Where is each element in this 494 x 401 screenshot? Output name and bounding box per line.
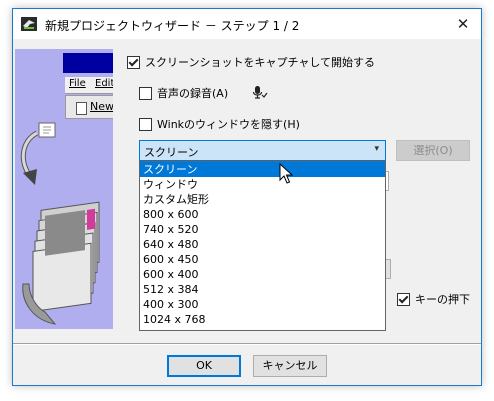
- illustration-titlebar: [63, 53, 113, 73]
- illustration-menubar: File Edit: [65, 77, 113, 94]
- key-press-checkbox[interactable]: [397, 292, 410, 306]
- illustration-new-label: New...: [90, 100, 113, 113]
- select-area-button[interactable]: 選択(O): [396, 140, 470, 161]
- mouse-cursor-icon: [279, 163, 293, 184]
- dropdown-option[interactable]: カスタム矩形: [140, 192, 385, 207]
- illustration-toolbar: New...: [65, 95, 113, 119]
- hide-wink-checkbox[interactable]: [139, 117, 152, 131]
- capture-target-dropdown[interactable]: スクリーン ウィンドウ カスタム矩形 800 x 600 740 x 520 6…: [139, 161, 386, 331]
- record-audio-option[interactable]: 音声の録音(A): [139, 85, 268, 101]
- window-title: 新規プロジェクトウィザード － ステップ 1 / 2: [45, 19, 300, 33]
- record-audio-checkbox[interactable]: [139, 86, 152, 100]
- capture-target-value: スクリーン: [144, 146, 199, 159]
- ok-button[interactable]: OK: [167, 355, 241, 377]
- dropdown-option[interactable]: 1024 x 768: [140, 312, 385, 327]
- start-capture-option[interactable]: スクリーンショットをキャプチャして開始する: [127, 54, 375, 70]
- hide-wink-label: Winkのウィンドウを隠す(H): [157, 118, 300, 131]
- screenshot-stack-icon: [22, 201, 100, 325]
- dropdown-option[interactable]: 400 x 300: [140, 297, 385, 312]
- microphone-icon[interactable]: [252, 85, 268, 101]
- illustration-menu-edit: Edit: [95, 78, 113, 89]
- start-capture-checkbox[interactable]: [127, 55, 140, 69]
- key-press-label: キーの押下: [415, 293, 470, 306]
- curved-arrow-icon: [20, 122, 56, 185]
- illustration-menu-file: File: [69, 78, 86, 89]
- close-icon[interactable]: ✕: [445, 9, 481, 39]
- wizard-body: File Edit New...: [13, 39, 481, 385]
- hide-wink-option[interactable]: Winkのウィンドウを隠す(H): [139, 116, 300, 132]
- dropdown-option[interactable]: 512 x 384: [140, 282, 385, 297]
- illustration-new-button: New...: [70, 99, 113, 115]
- app-icon: [21, 17, 37, 31]
- cancel-button[interactable]: キャンセル: [253, 355, 327, 377]
- wizard-window: 新規プロジェクトウィザード － ステップ 1 / 2 ✕ File Edit N…: [12, 8, 482, 386]
- select-area-label: 選択(O): [413, 144, 453, 157]
- dropdown-option[interactable]: 800 x 600: [140, 207, 385, 222]
- dropdown-option[interactable]: スクリーン: [140, 162, 385, 177]
- dropdown-option[interactable]: 600 x 400: [140, 267, 385, 282]
- document-icon: [76, 102, 87, 115]
- footer-divider: [13, 343, 481, 345]
- capture-target-select[interactable]: スクリーン ▾: [139, 140, 386, 161]
- title-bar[interactable]: 新規プロジェクトウィザード － ステップ 1 / 2 ✕: [13, 9, 481, 39]
- dropdown-option[interactable]: ウィンドウ: [140, 177, 385, 192]
- wizard-illustration: File Edit New...: [15, 49, 113, 329]
- chevron-down-icon[interactable]: ▾: [374, 144, 379, 154]
- record-audio-label: 音声の録音(A): [157, 87, 229, 100]
- dropdown-option[interactable]: 600 x 450: [140, 252, 385, 267]
- start-capture-label: スクリーンショットをキャプチャして開始する: [145, 56, 376, 69]
- dropdown-option[interactable]: 740 x 520: [140, 222, 385, 237]
- key-press-option[interactable]: キーの押下: [397, 291, 470, 307]
- dropdown-option[interactable]: 640 x 480: [140, 237, 385, 252]
